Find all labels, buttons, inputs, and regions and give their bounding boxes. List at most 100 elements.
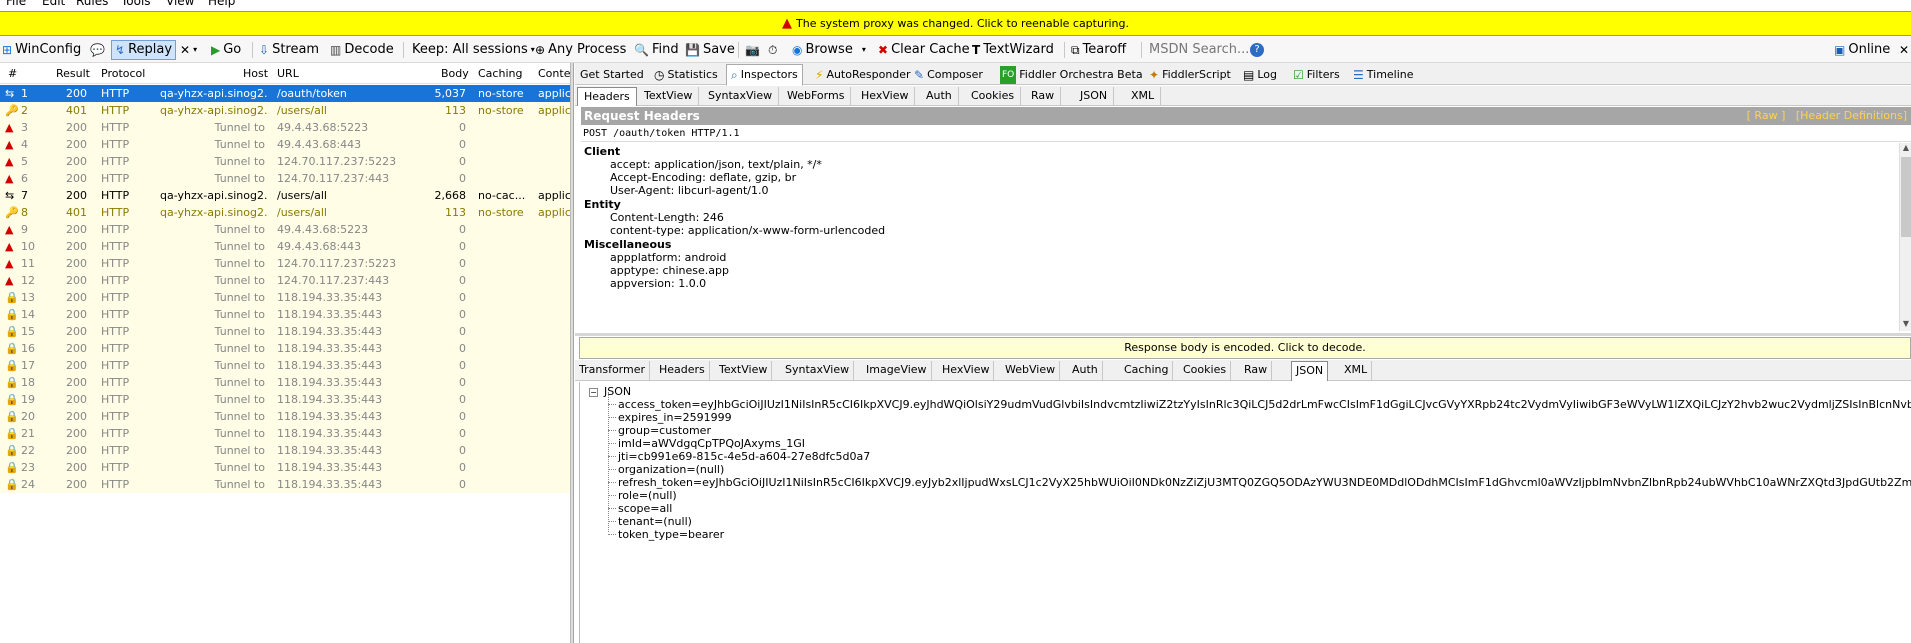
tab-get-started[interactable]: Get Started	[575, 65, 649, 85]
session-row[interactable]: ▲ 12 200 HTTP Tunnel to 124.70.117.237:443 0	[0, 272, 570, 289]
req-tab-auth[interactable]: Auth	[920, 87, 959, 106]
session-row[interactable]: ⇆ 1 200 HTTP qa-yhzx-api.sinog2.../oauth/tok…	[0, 85, 570, 102]
col-content-type[interactable]: Conter	[538, 63, 570, 84]
resp-tab-headers[interactable]: Headers	[655, 361, 710, 381]
session-row[interactable]: ▲ 4 200 HTTP Tunnel to 49.4.43.68:443 0	[0, 136, 570, 153]
remove-button[interactable]: ✕ ▾	[180, 40, 197, 60]
replay-button[interactable]: ↯ Replay	[111, 40, 177, 60]
session-row[interactable]: ▲ 6 200 HTTP Tunnel to 124.70.117.237:443 0	[0, 170, 570, 187]
session-row[interactable]: ⇆ 7 200 HTTP qa-yhzx-api.sinog2.../users/all…	[0, 187, 570, 204]
resp-tab-imageview[interactable]: ImageView	[862, 361, 932, 381]
go-button[interactable]: ▶ Go	[211, 40, 241, 60]
json-item[interactable]: refresh_token=eyJhbGciOiJIUzI1NiIsInR5cC…	[618, 476, 1911, 489]
header-item[interactable]: content-type: application/x-www-form-url…	[610, 224, 885, 237]
menu-view[interactable]: View	[166, 0, 194, 8]
req-tab-syntaxview[interactable]: SyntaxView	[702, 87, 780, 106]
proxy-changed-banner[interactable]: ▲ The system proxy was changed. Click to …	[0, 11, 1911, 36]
decode-button[interactable]: ▥ Decode	[330, 40, 394, 60]
json-item[interactable]: jti=cb991e69-815c-4e5d-a604-27e8dfc5d0a7	[618, 450, 870, 463]
json-item[interactable]: organization=(null)	[618, 463, 724, 476]
menu-edit[interactable]: Edit	[42, 0, 65, 8]
session-row[interactable]: ▲ 9 200 HTTP Tunnel to 49.4.43.68:5223 0	[0, 221, 570, 238]
session-row[interactable]: 🔒 18 200 HTTP Tunnel to 118.194.33.35:443 0	[0, 374, 570, 391]
resp-tab-transformer[interactable]: Transformer	[575, 361, 651, 381]
tab-autoresponder[interactable]: ⚡ AutoResponder	[810, 65, 916, 85]
find-button[interactable]: 🔍 Find	[634, 40, 679, 60]
col-body[interactable]: Body	[441, 63, 469, 84]
header-item[interactable]: apptype: chinese.app	[610, 264, 729, 277]
tab-statistics[interactable]: ◷ Statistics	[649, 65, 723, 85]
browse-button[interactable]: ◉ Browse ▾	[792, 40, 866, 60]
menu-tools[interactable]: Tools	[121, 0, 151, 8]
json-item[interactable]: scope=all	[618, 502, 672, 515]
header-item[interactable]: accept: application/json, text/plain, */…	[610, 158, 822, 171]
resp-tab-syntaxview[interactable]: SyntaxView	[781, 361, 855, 381]
session-row[interactable]: ▲ 5 200 HTTP Tunnel to 124.70.117.237:5223 0	[0, 153, 570, 170]
header-item[interactable]: Accept-Encoding: deflate, gzip, br	[610, 171, 796, 184]
req-tab-raw[interactable]: Raw	[1025, 87, 1062, 106]
resp-tab-textview[interactable]: TextView	[715, 361, 773, 381]
tab-log[interactable]: ▤ Log	[1238, 65, 1282, 85]
session-row[interactable]: 🔒 23 200 HTTP Tunnel to 118.194.33.35:443 0	[0, 459, 570, 476]
col-num[interactable]: #	[8, 63, 17, 84]
online-indicator[interactable]: ▣ Online	[1834, 40, 1890, 60]
response-decode-banner[interactable]: Response body is encoded. Click to decod…	[579, 337, 1911, 359]
col-result[interactable]: Result	[56, 63, 90, 84]
menu-file[interactable]: File	[6, 0, 26, 8]
tearoff-button[interactable]: ⧉ Tearoff	[1071, 40, 1126, 60]
menu-help[interactable]: Help	[208, 0, 235, 8]
header-item[interactable]: User-Agent: libcurl-agent/1.0	[610, 184, 769, 197]
scroll-down-icon[interactable]: ▼	[1901, 319, 1911, 331]
session-row[interactable]: 🔒 24 200 HTTP Tunnel to 118.194.33.35:443 0	[0, 476, 570, 493]
json-item[interactable]: role=(null)	[618, 489, 677, 502]
resp-tab-hexview[interactable]: HexView	[938, 361, 995, 381]
resp-tab-json[interactable]: JSON	[1291, 361, 1329, 381]
header-item[interactable]: appplatform: android	[610, 251, 726, 264]
tab-filters[interactable]: ☑ Filters	[1288, 65, 1345, 85]
json-item[interactable]: access_token=eyJhbGciOiJIUzI1NiIsInR5cCI…	[618, 398, 1911, 411]
req-tab-hexview[interactable]: HexView	[855, 87, 916, 106]
textwizard-button[interactable]: T TextWizard	[972, 40, 1054, 60]
screenshot-button[interactable]: 📷	[745, 40, 760, 60]
timer-button[interactable]: ⏱	[768, 40, 777, 60]
session-row[interactable]: 🔑 8 401 HTTP qa-yhzx-api.sinog2.../users/all…	[0, 204, 570, 221]
col-caching[interactable]: Caching	[478, 63, 522, 84]
tab-fiddlerscript[interactable]: ✦ FiddlerScript	[1144, 65, 1236, 85]
session-row[interactable]: 🔒 15 200 HTTP Tunnel to 118.194.33.35:443 0	[0, 323, 570, 340]
header-item[interactable]: appversion: 1.0.0	[610, 277, 706, 290]
session-row[interactable]: ▲ 10 200 HTTP Tunnel to 49.4.43.68:443 0	[0, 238, 570, 255]
horizontal-splitter[interactable]	[575, 333, 1911, 336]
session-row[interactable]: 🔒 14 200 HTTP Tunnel to 118.194.33.35:443 0	[0, 306, 570, 323]
json-item[interactable]: token_type=bearer	[618, 528, 724, 541]
header-definitions-link[interactable]: [Header Definitions]	[1796, 109, 1907, 122]
session-row[interactable]: 🔑 2 401 HTTP qa-yhzx-api.sinog2.../users/all…	[0, 102, 570, 119]
json-item[interactable]: expires_in=2591999	[618, 411, 732, 424]
comment-button[interactable]: 💬	[90, 40, 105, 60]
session-row[interactable]: 🔒 13 200 HTTP Tunnel to 118.194.33.35:443 0	[0, 289, 570, 306]
resp-tab-raw[interactable]: Raw	[1240, 361, 1273, 381]
scrollbar-thumb[interactable]	[1901, 157, 1911, 237]
winconfig-button[interactable]: ⊞ WinConfig	[2, 40, 81, 60]
header-group-client[interactable]: Client	[584, 145, 620, 158]
session-row[interactable]: ▲ 3 200 HTTP Tunnel to 49.4.43.68:5223 0	[0, 119, 570, 136]
req-tab-cookies[interactable]: Cookies	[965, 87, 1022, 106]
close-toolbar-button[interactable]: ✕	[1899, 40, 1909, 60]
session-row[interactable]: 🔒 22 200 HTTP Tunnel to 118.194.33.35:443 0	[0, 442, 570, 459]
headers-scrollbar[interactable]: ▲ ▼	[1899, 143, 1911, 331]
scroll-up-icon[interactable]: ▲	[1901, 143, 1911, 155]
json-item[interactable]: imId=aWVdgqCpTPQoJAxyms_1GI	[618, 437, 805, 450]
session-row[interactable]: 🔒 19 200 HTTP Tunnel to 118.194.33.35:443 0	[0, 391, 570, 408]
any-process-button[interactable]: ⊕ Any Process	[535, 40, 626, 60]
tab-composer[interactable]: ✎ Composer	[909, 65, 988, 85]
col-host[interactable]: Host	[243, 63, 268, 84]
session-row[interactable]: 🔒 17 200 HTTP Tunnel to 118.194.33.35:443 0	[0, 357, 570, 374]
clear-cache-button[interactable]: ✖ Clear Cache	[878, 40, 970, 60]
resp-tab-xml[interactable]: XML	[1340, 361, 1373, 381]
msdn-search-input[interactable]: MSDN Search...	[1149, 40, 1249, 60]
session-row[interactable]: 🔒 21 200 HTTP Tunnel to 118.194.33.35:443 0	[0, 425, 570, 442]
resp-tab-webview[interactable]: WebView	[1001, 361, 1061, 381]
stream-button[interactable]: ⇩ Stream	[259, 40, 319, 60]
tab-timeline[interactable]: ☰ Timeline	[1348, 65, 1419, 85]
collapse-icon[interactable]: −	[589, 388, 598, 397]
raw-link[interactable]: [ Raw ]	[1747, 109, 1786, 122]
